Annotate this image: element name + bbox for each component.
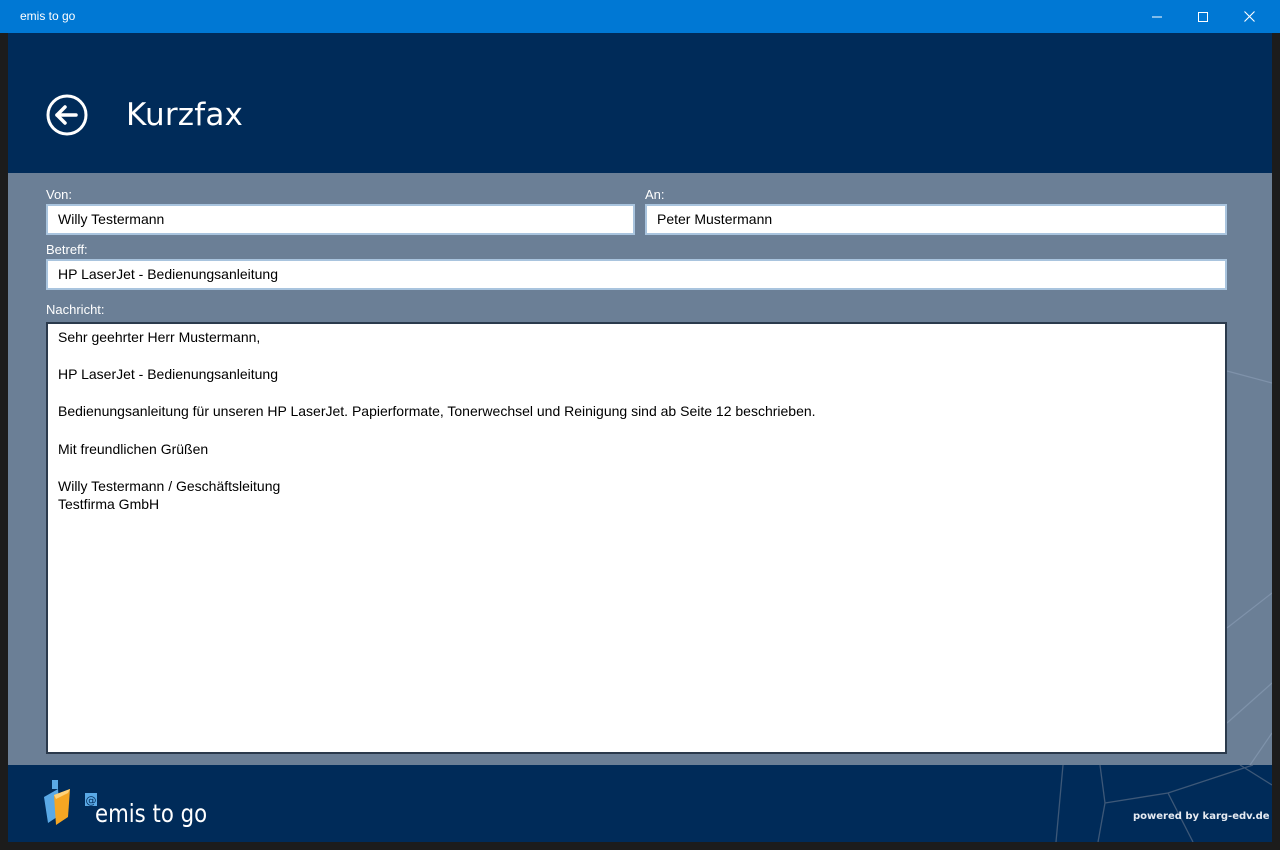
from-label: Von: [46,187,73,202]
footer-bar: @ emis to go powered by karg-edv.de [8,765,1272,842]
maximize-button[interactable] [1180,0,1226,33]
title-bar[interactable]: emis to go [0,0,1280,33]
app-content: Kurzfax Von: Willy Testermann An: Peter … [8,33,1272,842]
message-textarea[interactable]: Sehr geehrter Herr Mustermann, HP LaserJ… [46,322,1227,754]
page-title: Kurzfax [126,97,244,133]
subject-field[interactable]: HP LaserJet - Bedienungsanleitung [46,259,1227,290]
to-field[interactable]: Peter Mustermann [645,204,1227,235]
emis-logo-icon: @ [44,780,97,825]
close-button[interactable] [1226,0,1272,33]
powered-by-link[interactable]: powered by karg-edv.de [1133,811,1270,822]
window-title: emis to go [20,9,76,23]
to-label: An: [645,187,665,202]
maximize-icon [1198,11,1208,22]
from-field[interactable]: Willy Testermann [46,204,635,235]
back-arrow-icon[interactable] [45,93,89,137]
minimize-button[interactable] [1134,0,1180,33]
app-window: emis to go Kurzfax Von: Willy Testermann… [0,0,1280,850]
brand-name: emis to go [95,799,208,828]
message-label: Nachricht: [46,302,105,317]
subject-label: Betreff: [46,242,88,257]
page-header: Kurzfax [8,33,1272,173]
minimize-icon [1152,16,1162,17]
close-icon [1243,11,1255,22]
